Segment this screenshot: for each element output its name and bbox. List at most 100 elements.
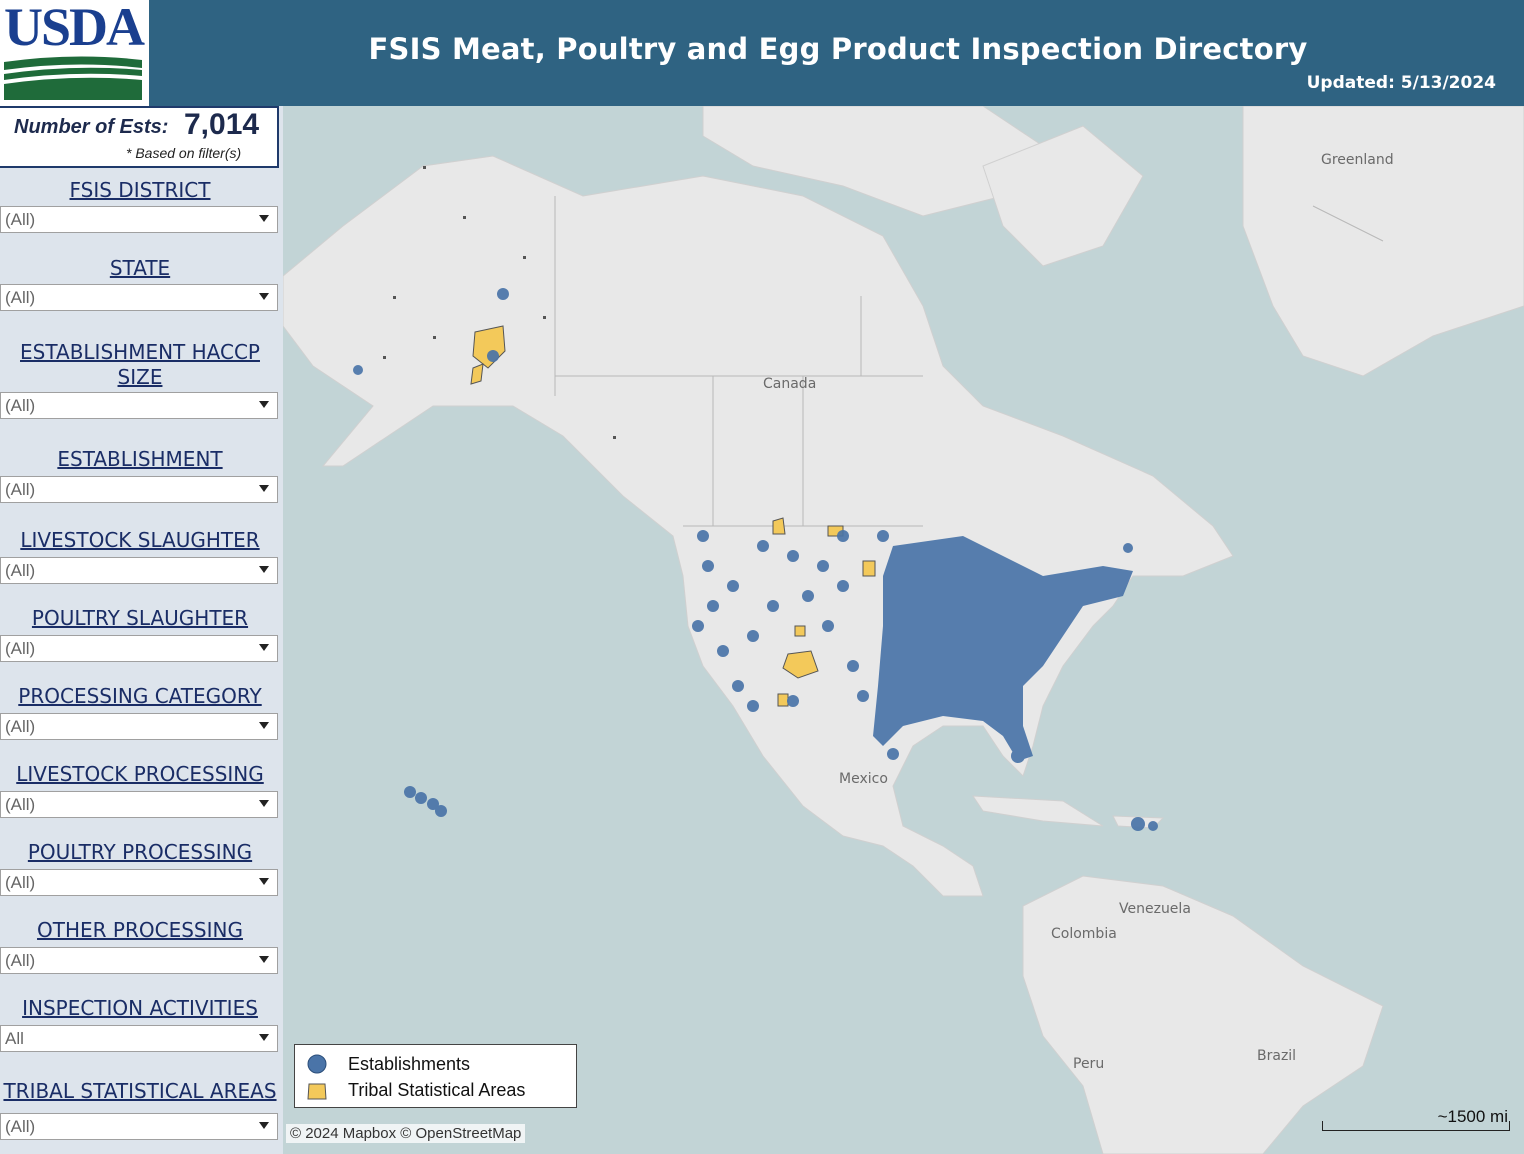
establishment-dropdown[interactable]: (All) bbox=[0, 476, 278, 503]
chevron-down-icon bbox=[259, 215, 269, 222]
map-attribution[interactable]: © 2024 Mapbox © OpenStreetMap bbox=[286, 1124, 526, 1143]
establishment-point bbox=[757, 540, 769, 552]
chevron-down-icon bbox=[259, 722, 269, 729]
chevron-down-icon bbox=[259, 1122, 269, 1129]
establishment-point bbox=[747, 630, 759, 642]
filter-label: POULTRY PROCESSING bbox=[27, 840, 253, 864]
filter-label: ESTABLISHMENT HACCP SIZE bbox=[20, 340, 260, 389]
map-label-brazil: Brazil bbox=[1257, 1048, 1297, 1064]
chevron-down-icon bbox=[259, 956, 269, 963]
establishment-point bbox=[747, 700, 759, 712]
chevron-down-icon bbox=[259, 566, 269, 573]
establishment-count-box: Number of Ests: 7,014 * Based on filter(… bbox=[0, 106, 279, 168]
map-label-colombia: Colombia bbox=[1051, 926, 1117, 942]
establishment-point bbox=[707, 600, 719, 612]
tribal-area bbox=[423, 166, 426, 169]
page-title: FSIS Meat, Poultry and Egg Product Inspe… bbox=[368, 32, 1308, 66]
state-dropdown[interactable]: (All) bbox=[0, 284, 278, 311]
establishment-point bbox=[497, 288, 509, 300]
establishment-point bbox=[404, 786, 416, 798]
dropdown-value: (All) bbox=[5, 480, 36, 499]
filter-label: OTHER PROCESSING bbox=[37, 918, 243, 942]
chevron-down-icon bbox=[259, 800, 269, 807]
other-processing-dropdown[interactable]: (All) bbox=[0, 947, 278, 974]
filter-label: TRIBAL STATISTICAL AREAS bbox=[3, 1079, 277, 1103]
livestock-processing-dropdown[interactable]: (All) bbox=[0, 791, 278, 818]
inspection-activities-dropdown[interactable]: All bbox=[0, 1025, 278, 1052]
filter-inspection-activities: INSPECTION ACTIVITIES All bbox=[0, 996, 280, 1052]
dropdown-value: (All) bbox=[5, 1117, 36, 1136]
greenland-landmass bbox=[1242, 106, 1524, 377]
establishment-point bbox=[817, 560, 829, 572]
filter-tribal-areas: TRIBAL STATISTICAL AREAS (All) bbox=[0, 1079, 280, 1140]
chevron-down-icon bbox=[259, 878, 269, 885]
poultry-slaughter-dropdown[interactable]: (All) bbox=[0, 635, 278, 662]
updated-date: Updated: 5/13/2024 bbox=[1306, 73, 1496, 93]
usda-fields-icon bbox=[4, 56, 142, 100]
chevron-down-icon bbox=[259, 401, 269, 408]
tribal-area bbox=[777, 693, 789, 707]
establishment-point bbox=[847, 660, 859, 672]
filter-fsis-district: FSIS DISTRICT (All) bbox=[0, 178, 280, 233]
tribal-area bbox=[862, 560, 876, 577]
map-label-canada: Canada bbox=[763, 376, 817, 392]
poultry-processing-dropdown[interactable]: (All) bbox=[0, 869, 278, 896]
establishment-point bbox=[857, 690, 869, 702]
establishment-point bbox=[837, 530, 849, 542]
tribal-area bbox=[433, 336, 436, 339]
dropdown-value: (All) bbox=[5, 288, 36, 307]
filter-sidebar: Number of Ests: 7,014 * Based on filter(… bbox=[0, 106, 283, 1154]
filter-livestock-processing: LIVESTOCK PROCESSING (All) bbox=[0, 762, 280, 818]
establishment-count-label: Number of Ests: bbox=[14, 116, 169, 138]
filter-label: STATE bbox=[109, 256, 171, 280]
usda-logo[interactable]: USDA bbox=[0, 0, 149, 106]
tribal-area bbox=[523, 256, 526, 259]
establishment-point bbox=[822, 620, 834, 632]
map-label-greenland: Greenland bbox=[1321, 152, 1394, 168]
usda-logo-text: USDA bbox=[4, 0, 145, 57]
establishment-point bbox=[767, 600, 779, 612]
filter-label: FSIS DISTRICT bbox=[69, 178, 211, 202]
establishment-point bbox=[692, 620, 704, 632]
map-label-mexico: Mexico bbox=[839, 771, 888, 787]
livestock-slaughter-dropdown[interactable]: (All) bbox=[0, 557, 278, 584]
establishment-point bbox=[1011, 749, 1025, 763]
haccp-size-dropdown[interactable]: (All) bbox=[0, 392, 278, 419]
processing-category-dropdown[interactable]: (All) bbox=[0, 713, 278, 740]
tribal-areas-dropdown[interactable]: (All) bbox=[0, 1113, 278, 1140]
establishment-point bbox=[727, 580, 739, 592]
chevron-down-icon bbox=[259, 293, 269, 300]
map-label-peru: Peru bbox=[1073, 1056, 1105, 1072]
tribal-area bbox=[393, 296, 396, 299]
establishment-point bbox=[787, 550, 799, 562]
dropdown-value: (All) bbox=[5, 639, 36, 658]
dropdown-value: (All) bbox=[5, 795, 36, 814]
establishment-point bbox=[697, 530, 709, 542]
filter-label: PROCESSING CATEGORY bbox=[18, 684, 262, 708]
establishment-map[interactable]: Greenland Canada Mexico Venezuela Colomb… bbox=[283, 106, 1524, 1154]
tribal-area bbox=[613, 436, 616, 439]
map-canvas[interactable] bbox=[283, 106, 1524, 1154]
filter-haccp-size: ESTABLISHMENT HACCP SIZE (All) bbox=[0, 340, 280, 419]
map-scale-bar: ~1500 mi bbox=[1322, 1107, 1510, 1131]
establishment-point bbox=[415, 792, 427, 804]
filter-label: ESTABLISHMENT bbox=[57, 447, 223, 471]
establishment-point bbox=[837, 580, 849, 592]
filter-poultry-slaughter: POULTRY SLAUGHTER (All) bbox=[0, 606, 280, 662]
filter-label: LIVESTOCK SLAUGHTER bbox=[20, 528, 260, 552]
dropdown-value: (All) bbox=[5, 951, 36, 970]
polygon-marker-icon bbox=[307, 1083, 327, 1100]
filter-processing-category: PROCESSING CATEGORY (All) bbox=[0, 684, 280, 740]
establishment-point bbox=[1148, 821, 1158, 831]
filter-other-processing: OTHER PROCESSING (All) bbox=[0, 918, 280, 974]
chevron-down-icon bbox=[259, 644, 269, 651]
fsis-district-dropdown[interactable]: (All) bbox=[0, 206, 278, 233]
tribal-area bbox=[794, 625, 806, 637]
establishment-point bbox=[802, 590, 814, 602]
establishment-point bbox=[353, 365, 363, 375]
establishment-point bbox=[887, 748, 899, 760]
filter-establishment: ESTABLISHMENT (All) bbox=[0, 447, 280, 503]
legend-label: Establishments bbox=[348, 1054, 471, 1074]
scale-label: ~1500 mi bbox=[1437, 1107, 1508, 1126]
establishment-count-value: 7,014 bbox=[184, 108, 260, 141]
